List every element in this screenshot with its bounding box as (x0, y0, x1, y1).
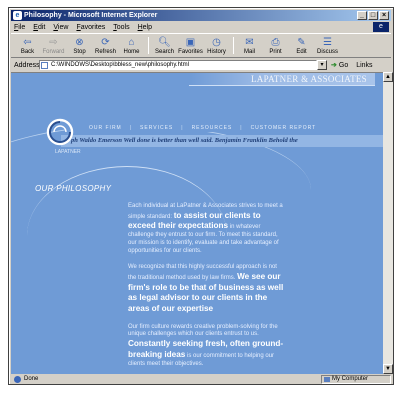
address-input[interactable]: C:\WINDOWS\Desktop\bbless_new\philosophy… (39, 60, 317, 70)
favorites-icon: ▣ (185, 37, 196, 48)
browser-window: e Philosophy - Microsoft Internet Explor… (8, 7, 394, 385)
refresh-button[interactable]: ⟳ Refresh (93, 34, 118, 57)
refresh-label: Refresh (94, 49, 116, 55)
internet-explorer-icon: e (13, 11, 22, 20)
favorites-button[interactable]: ▣ Favorites (178, 34, 203, 57)
discuss-label: Discuss (316, 49, 338, 55)
address-label: Address (14, 61, 40, 69)
paragraph: Our firm culture rewards creative proble… (128, 324, 284, 369)
links-button[interactable]: Links (356, 62, 372, 69)
back-button[interactable]: ⇦ Back (15, 34, 40, 57)
page-done-icon (14, 375, 21, 383)
status-bar: Done My Computer (11, 374, 391, 384)
favorites-label: Favorites (178, 49, 203, 55)
site-nav: OUR FIRM | SERVICES | RESOURCES | CUSTOM… (65, 123, 315, 132)
menu-help[interactable]: Help (138, 24, 152, 31)
menu-edit[interactable]: Edit (33, 24, 45, 31)
stop-icon: ⊗ (75, 37, 84, 48)
zone-label: My Computer (332, 375, 369, 382)
history-icon: ◷ (212, 37, 221, 48)
menu-favorites[interactable]: Favorites (76, 24, 105, 31)
home-label: Home (123, 49, 140, 55)
window-title: Philosophy - Microsoft Internet Explorer (24, 12, 158, 19)
address-dropdown-button[interactable]: ▾ (317, 60, 327, 70)
firm-logo-icon[interactable] (45, 117, 75, 147)
status-text-area: Done (11, 375, 321, 383)
paragraph: We recognize that this highly successful… (128, 264, 284, 315)
stop-button[interactable]: ⊗ Stop (67, 34, 92, 57)
computer-icon (324, 376, 330, 382)
nav-separator: | (240, 124, 243, 131)
go-arrow-icon: ➔ (331, 62, 337, 69)
page-title: OUR PHILOSOPHY (35, 184, 112, 193)
menu-tools[interactable]: Tools (113, 24, 129, 31)
scroll-up-button[interactable]: ▲ (383, 72, 393, 82)
home-icon: ⌂ (128, 37, 135, 48)
minimize-button[interactable]: _ (357, 11, 367, 20)
security-zone: My Computer (321, 374, 391, 384)
status-text: Done (24, 376, 39, 382)
menu-view[interactable]: View (53, 24, 68, 31)
edit-icon: ✎ (297, 37, 306, 48)
maximize-button[interactable]: □ (368, 11, 378, 20)
nav-our-firm[interactable]: OUR FIRM (89, 125, 122, 131)
nav-separator: | (181, 124, 184, 131)
edit-button[interactable]: ✎ Edit (289, 34, 314, 57)
go-button[interactable]: ➔ Go (331, 61, 349, 70)
edit-label: Edit (296, 49, 307, 55)
toolbar-separator (233, 37, 234, 54)
page-icon (41, 62, 48, 69)
search-icon: 🔍︎ (158, 37, 171, 48)
history-label: History (207, 49, 226, 55)
stop-label: Stop (73, 49, 86, 55)
print-label: Print (269, 49, 282, 55)
philosophy-copy: Each individual at LaPatner & Associates… (128, 203, 284, 374)
quote-ticker: ph Waldo Emerson Well done is better tha… (61, 135, 383, 147)
print-icon: ⎙ (271, 37, 280, 48)
address-bar: Address C:\WINDOWS\Desktop\bbless_new\ph… (11, 59, 391, 71)
close-button[interactable]: × (379, 11, 389, 20)
nav-customer-report[interactable]: CUSTOMER REPORT (251, 125, 317, 131)
nav-separator: | (129, 124, 133, 131)
refresh-icon: ⟳ (101, 37, 110, 48)
search-button[interactable]: 🔍︎ Search (152, 34, 177, 57)
toolbar-separator (148, 37, 149, 54)
address-url: C:\WINDOWS\Desktop\bbless_new\philosophy… (51, 62, 189, 68)
print-button[interactable]: ⎙ Print (263, 34, 288, 57)
discuss-icon: ☰ (323, 37, 332, 48)
back-arrow-icon: ⇦ (23, 37, 32, 48)
home-button[interactable]: ⌂ Home (119, 34, 144, 57)
mail-icon: ✉ (245, 37, 254, 48)
brand-name: LAPATNER & ASSOCIATES (251, 74, 367, 84)
scroll-down-button[interactable]: ▼ (383, 364, 393, 374)
paragraph-text: Our firm culture rewards creative proble… (128, 323, 278, 338)
standard-toolbar: ⇦ Back ⇨ Forward ⊗ Stop ⟳ Refresh ⌂ Home… (11, 33, 391, 58)
title-bar[interactable]: e Philosophy - Microsoft Internet Explor… (11, 10, 391, 21)
forward-button[interactable]: ⇨ Forward (41, 34, 66, 57)
search-label: Search (154, 49, 174, 55)
nav-resources[interactable]: RESOURCES (192, 125, 233, 131)
vertical-scrollbar[interactable]: ▲ ▼ (383, 72, 393, 374)
history-button[interactable]: ◷ History (204, 34, 229, 57)
forward-arrow-icon: ⇨ (49, 37, 58, 48)
menu-bar: File Edit View Favorites Tools Help e (11, 22, 391, 32)
forward-label: Forward (42, 49, 65, 55)
go-label: Go (338, 61, 349, 69)
logo-caption: LAPATNER (55, 149, 81, 155)
discuss-button[interactable]: ☰ Discuss (315, 34, 340, 57)
mail-button[interactable]: ✉ Mail (237, 34, 262, 57)
window-controls: _ □ × (357, 11, 389, 20)
nav-services[interactable]: SERVICES (140, 125, 173, 131)
menu-file[interactable]: File (14, 24, 25, 31)
ie-throbber-icon: e (373, 22, 389, 32)
brand-bar: LAPATNER & ASSOCIATES (189, 73, 375, 86)
page-viewport[interactable]: LAPATNER & ASSOCIATES OUR FIRM | SERVICE… (11, 72, 383, 374)
back-label: Back (20, 49, 35, 55)
paragraph: Each individual at LaPatner & Associates… (128, 203, 284, 255)
mail-label: Mail (243, 49, 255, 55)
